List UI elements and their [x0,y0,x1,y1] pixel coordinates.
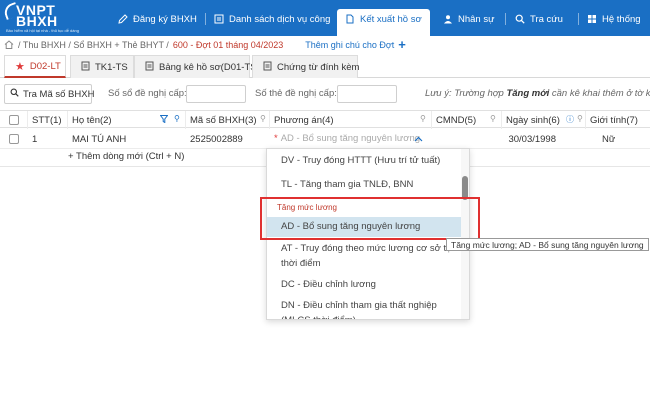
dropdown-option[interactable]: DV - Truy đóng HTTT (Hưu trí tử tuất) [267,153,463,168]
document-icon [81,61,90,74]
search-bhxh-button[interactable]: Tra Mã số BHXH [4,84,95,104]
breadcrumb-path[interactable]: / Thu BHXH / Sổ BHXH + Thẻ BHYT / [18,40,169,50]
document-icon [345,14,355,24]
pin-icon[interactable]: ⚲ [577,114,583,123]
column-header-gender[interactable]: Giới tính(7) [586,111,650,129]
note-text: Lưu ý: Trường hợp Tăng mới cần kê khai t… [425,88,650,99]
plan-select-placeholder: AD - Bổ sung tăng nguyên lương [280,133,421,144]
pin-icon[interactable]: ⚲ [490,114,496,123]
nav-ket-xuat-ho-so[interactable]: Kết xuất hồ sơ [337,9,430,36]
nav-tra-cuu[interactable]: Tra cứu [515,9,563,29]
document-icon [263,61,272,74]
nav-label: Danh sách dịch vụ công [229,13,331,25]
header-select-all[interactable] [0,111,28,129]
nav-nhan-su[interactable]: Nhân sự [443,9,494,29]
checkbox[interactable] [9,134,19,144]
filter-bar: Tra Mã số BHXH Số sổ đề nghị cấp: Số thẻ… [0,84,650,106]
search-icon [515,14,525,24]
search-icon [10,88,19,100]
form-tabs: ★ D02-LT TK1-TS Bảng kê hồ sơ(D01-TS) Ch… [0,55,650,78]
nav-label: Kết xuất hồ sơ [360,14,422,25]
pin-icon[interactable]: ⚲ [420,114,426,123]
tab-tk1-ts[interactable]: TK1-TS [70,55,134,78]
cell-dob[interactable]: 30/03/1998 [502,129,586,149]
tab-d02-lt[interactable]: ★ D02-LT [4,55,66,78]
breadcrumb-current: 600 - Đợt 01 tháng 04/2023 [172,40,284,50]
nav-danh-sach-dich-vu-cong[interactable]: Danh sách dịch vụ công [214,9,330,29]
pin-icon[interactable]: ⚲ [174,114,180,123]
top-navigation-bar: VNPT BHXH Bảo hiểm xã hội tại nhà - thủ … [0,0,650,36]
tab-bang-ke-ho-so[interactable]: Bảng kê hồ sơ(D01-TS) [134,55,260,78]
home-icon[interactable] [4,39,14,51]
plus-icon[interactable]: + [398,38,406,51]
checkbox[interactable] [8,115,19,125]
column-header-dob[interactable]: Ngày sinh(6) ⓘ ⚲ [502,111,586,129]
vnpt-bhxh-logo[interactable]: VNPT BHXH Bảo hiểm xã hội tại nhà - thủ … [2,2,100,34]
logo-text-line2: BHXH [16,13,58,29]
column-header-cmnd[interactable]: CMND(5) ⚲ [432,111,502,129]
column-header-stt[interactable]: STT(1) [28,111,68,129]
tab-label: Bảng kê hồ sơ(D01-TS) [159,61,260,73]
dropdown-option[interactable]: TL - Tăng tham gia TNLĐ, BNN [267,177,463,192]
row-select[interactable] [0,129,28,149]
nav-label: Đăng ký BHXH [133,13,197,25]
nav-dang-ky-bhxh[interactable]: Đăng ký BHXH [118,9,197,29]
proposal-number-label: Số sổ đề nghị cấp: [108,88,187,99]
logo-slogan: Bảo hiểm xã hội tại nhà - thủ tục dễ dàn… [6,28,79,33]
user-icon [443,14,453,24]
tab-label: D02-LT [29,60,61,72]
tab-label: Chứng từ đính kèm [277,61,360,73]
cell-bhxh[interactable]: 2525002889 [186,129,270,149]
tab-chung-tu-dinh-kem[interactable]: Chứng từ đính kèm [252,55,360,78]
dropdown-option[interactable]: DN - Điều chỉnh tham gia thất nghiệp (ML… [267,298,463,319]
column-header-plan[interactable]: Phương án(4) ⚲ [270,111,432,129]
proposal-number-input[interactable] [186,85,246,103]
breadcrumb: / Thu BHXH / Sổ BHXH + Thẻ BHYT / 600 - … [4,38,406,51]
table-header: STT(1) Họ tên(2) ⚲ Mã số BHXH(3) ⚲ Phươn… [0,110,650,129]
cell-cmnd[interactable] [432,129,502,149]
cell-stt: 1 [32,133,38,145]
star-icon: ★ [15,60,25,73]
grid-icon [587,14,597,24]
nav-label: Nhân sự [458,13,495,25]
search-button-label: Tra Mã số BHXH [23,88,95,100]
card-number-input[interactable] [337,85,397,103]
tab-label: TK1-TS [95,61,128,73]
list-icon [214,14,224,24]
nav-label: Hệ thống [602,13,641,25]
dropdown-option[interactable]: AT - Truy đóng theo mức lương cơ sở tại … [267,241,463,271]
pencil-icon [118,14,128,24]
card-number-label: Số thẻ đề nghị cấp: [255,88,337,99]
document-icon [145,61,154,74]
required-marker: * [274,133,278,144]
plan-select[interactable]: * AD - Bổ sung tăng nguyên lương [270,129,432,149]
highlight-annotation-box [260,197,480,240]
nav-label: Tra cứu [530,13,563,25]
pin-icon[interactable]: ⚲ [260,114,266,123]
nav-he-thong[interactable]: Hệ thống [587,9,641,29]
info-icon[interactable]: ⓘ [566,114,574,125]
cell-name[interactable]: MAI TÚ ANH [68,129,186,149]
cell-gender[interactable]: Nữ [598,129,650,149]
table-row[interactable]: 1 MAI TÚ ANH 2525002889 * AD - Bổ sung t… [0,129,650,149]
filter-icon[interactable] [159,115,169,125]
add-row-button[interactable]: + Thêm dòng mới (Ctrl + N) [68,151,184,162]
column-header-bhxh[interactable]: Mã số BHXH(3) ⚲ [186,111,270,129]
option-tooltip: Tăng mức lương; AD - Bổ sung tăng nguyên… [446,238,649,251]
add-note-link[interactable]: Thêm ghi chú cho Đợt [305,40,394,50]
chevron-up-icon[interactable] [414,134,423,145]
column-header-name[interactable]: Họ tên(2) ⚲ [68,111,186,129]
dropdown-option[interactable]: DC - Điều chỉnh lương [267,277,463,292]
